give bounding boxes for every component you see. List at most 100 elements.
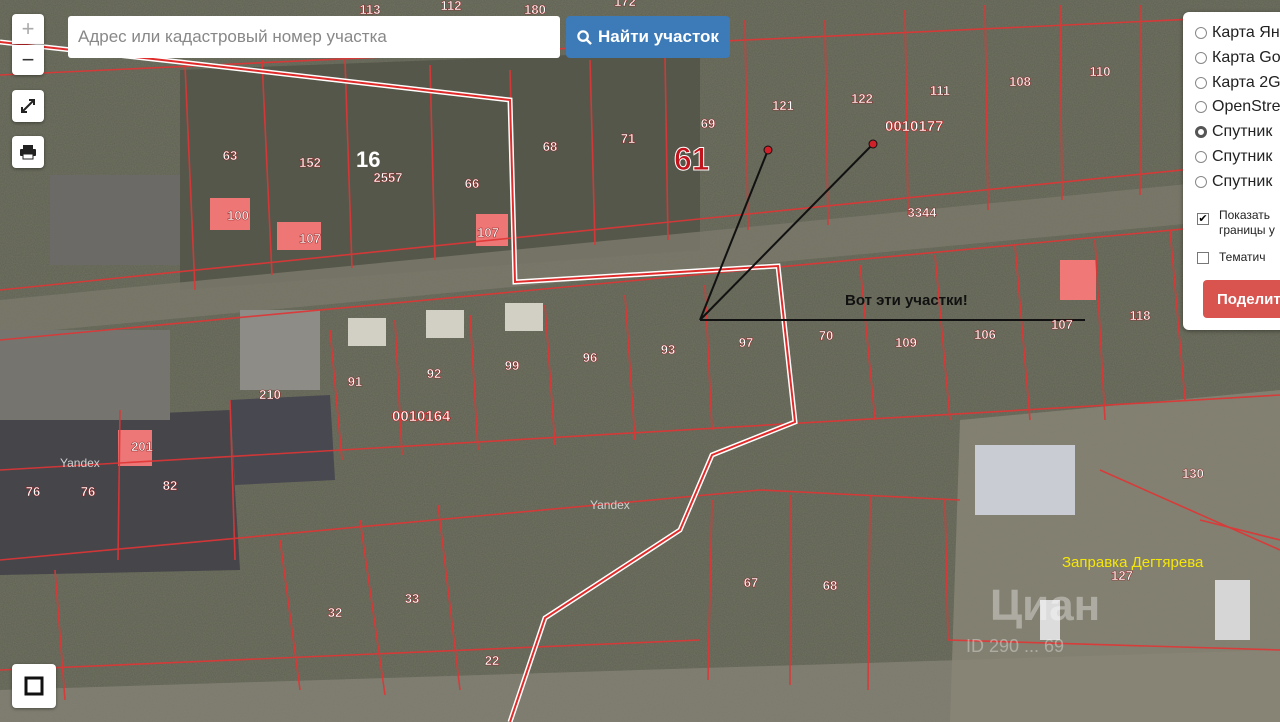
building-cluster-left [50,175,180,265]
parcel-number-label: 107 [299,231,321,246]
layer-option-yandex[interactable]: Карта Ян [1195,24,1280,42]
parcel-number-label: 121 [772,98,794,113]
parcel-number-label: 70 [819,328,833,343]
parcel-number-label: 68 [823,578,837,593]
gas-station-label: Заправка Дегтярева [1062,554,1204,571]
parcel-number-label: 68 [543,139,557,154]
search-icon [577,29,592,45]
parcel-number-label: 67 [744,575,758,590]
share-button[interactable]: Поделит [1203,280,1280,318]
parcel-number-label: 201 [131,439,153,454]
building-right [1215,580,1250,640]
checkbox-icon[interactable] [1197,252,1209,264]
building-cluster-left2 [0,330,170,420]
roof-dark [230,395,335,485]
layer-label: Спутник [1212,123,1273,140]
radio-icon[interactable] [1195,151,1207,163]
layer-option-satellite-3[interactable]: Спутник [1195,173,1272,191]
layer-label: Карта Ян [1212,24,1280,41]
radio-icon[interactable] [1195,176,1207,188]
parcel-number-label: 66 [465,176,479,191]
parcel-number-label: 106 [974,327,996,342]
satellite-map[interactable]: 112 113 180 172 121 122 111 108 110 69 71 68 63 152 25… [0,0,1280,722]
show-borders-checkbox[interactable]: ✔ [1197,209,1209,227]
find-parcel-button[interactable]: Найти участок [566,16,730,58]
parcel-number-label: 63 [223,148,237,163]
find-parcel-label: Найти участок [598,27,719,46]
parcel-number-label: 33 [405,591,419,606]
parcel-number-label: 82 [163,478,177,493]
annotation-text: Вот эти участки! [845,292,968,309]
show-borders-label: Показать границы у [1219,208,1275,237]
layer-label: Карта Go [1212,49,1280,66]
cadastral-number-top: 0010177 [885,118,943,135]
parcel-number-label: 111 [930,83,950,98]
watermark-id: ID 290 ... 69 [966,636,1064,656]
radio-selected-icon[interactable] [1195,126,1207,138]
parcel-number-label: 210 [259,387,281,402]
gas-station-building [975,445,1075,515]
parcel-number-label: 108 [1009,74,1031,89]
radio-icon[interactable] [1195,52,1207,64]
parcel-number-label: 32 [328,605,342,620]
layer-option-google[interactable]: Карта Go [1195,49,1280,67]
area-select-button[interactable] [12,664,56,708]
parcel-number-label: 97 [739,335,753,350]
parcel-number-label: 69 [701,116,715,131]
radio-icon[interactable] [1195,27,1207,39]
marker-dot [763,145,773,155]
radio-icon[interactable] [1195,77,1207,89]
print-button[interactable] [12,136,44,168]
watermark-yandex: Yandex [590,498,630,512]
layer-label: Карта 2G [1212,74,1280,91]
parcel-number-label: 76 [26,484,40,499]
layer-option-2gis[interactable]: Карта 2G [1195,74,1280,92]
parcel-number-label: 113 [360,2,381,17]
layer-label: Спутник [1212,148,1273,165]
parcel-number-label: 100 [227,208,249,223]
parcel-number-label: 122 [851,91,873,106]
thematic-checkbox[interactable] [1197,251,1209,269]
zoom-in-button[interactable]: + [12,14,44,44]
quarter-number-61: 61 [674,141,710,177]
printer-icon [20,145,36,160]
layer-option-osm[interactable]: OpenStre [1195,98,1280,116]
parcel-number-label: 112 [441,0,462,13]
square-icon [24,676,44,696]
parcel-number-label: 107 [477,225,499,240]
layer-option-satellite-1[interactable]: Спутник [1195,123,1272,141]
parcel-number-label: 118 [1130,308,1151,323]
parcel-number-label: 2557 [374,170,403,185]
parcel-number-label: 3344 [908,205,938,220]
parcel-number-label: 180 [524,2,546,17]
fullscreen-button[interactable] [12,90,44,122]
parcel-number-label: 22 [485,653,499,668]
marker-dot [868,139,878,149]
parcel-number-label: 109 [895,335,917,350]
watermark-cian: Циан [990,581,1100,630]
radio-icon[interactable] [1195,101,1207,113]
parcel-number-label: 172 [614,0,636,9]
search-input[interactable] [68,16,560,58]
parcel-number-label: 130 [1182,466,1204,481]
thematic-label: Тематич [1219,250,1266,264]
parcel-number-label: 93 [661,342,675,357]
parcel-number-label: 107 [1051,317,1073,332]
cadastral-number-bottom: 0010164 [392,408,451,425]
parcel-number-label: 96 [583,350,597,365]
layer-option-satellite-2[interactable]: Спутник [1195,148,1272,166]
watermark-yandex: Yandex [60,456,100,470]
layer-panel: Карта Ян Карта Go Карта 2G OpenStre Спут… [1183,12,1280,330]
parcel-number-label: 91 [348,374,362,389]
checkbox-checked-icon[interactable]: ✔ [1197,213,1209,225]
parcel-number-label: 152 [299,155,321,170]
zoom-out-button[interactable]: − [12,45,44,75]
building-house [240,310,320,390]
parcel-number-label: 99 [505,358,519,373]
quarter-number-16: 16 [356,147,380,172]
parcel-number-label: 110 [1090,64,1111,79]
parcel-number-label: 92 [427,366,441,381]
expand-icon [21,99,35,113]
parcel-number-label: 71 [621,131,635,146]
layer-label: OpenStre [1212,98,1280,115]
